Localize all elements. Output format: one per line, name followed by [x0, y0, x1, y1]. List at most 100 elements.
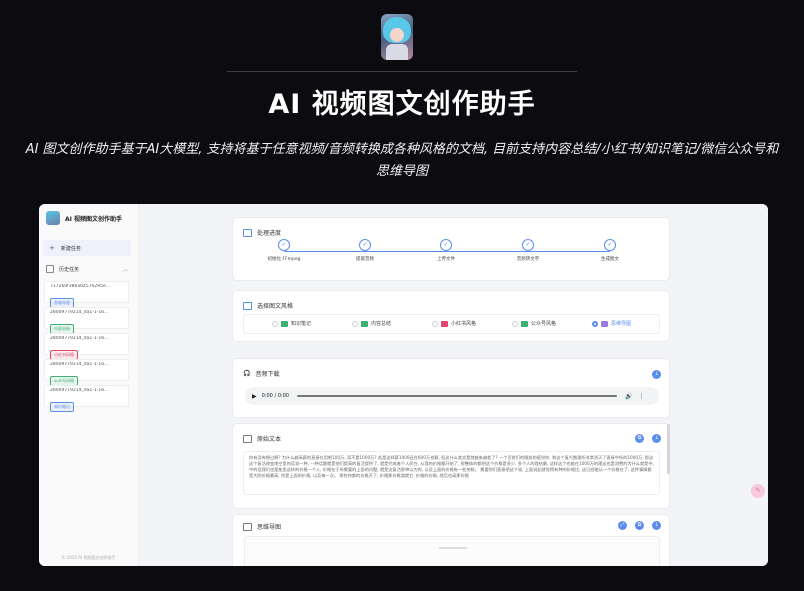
progress-title: 处理进度	[243, 228, 281, 237]
floating-chat-button[interactable]: ✎	[751, 484, 765, 498]
image-icon	[243, 301, 252, 310]
check-icon: ✓	[522, 239, 534, 251]
progress-title-text: 处理进度	[257, 230, 282, 237]
style-option[interactable]: 知识笔记	[272, 320, 311, 327]
scrollbar[interactable]	[667, 424, 670, 474]
progress-step: ✓ 音频转文字	[498, 239, 558, 262]
style-option-label: 思维导图	[611, 321, 632, 327]
hero-avatar	[381, 14, 413, 60]
style-option-label: 内容总结	[371, 321, 392, 327]
transcript-text[interactable]: 你有没有想过啊? 为什么越高薪的直接在用吧100万, 而不是1000万? 若是这…	[243, 451, 660, 495]
history-list: 717260f386a64576295e... 思维导图 28009779214_d…	[44, 281, 129, 412]
transcript-card: 原始文本 ⧉ ↓ 你有没有想过啊? 为什么越高薪的直接在用吧100万, 而不是1…	[232, 423, 670, 509]
history-menu[interactable]: 历史任务 ︿	[43, 262, 131, 276]
radio-button[interactable]	[512, 320, 518, 327]
progress-step-label: 音频转文字	[516, 257, 540, 262]
wechat-icon	[521, 320, 528, 327]
history-item-name: 28009779214_da1-1-16...	[50, 362, 109, 367]
radio-button[interactable]	[272, 320, 278, 327]
headphones-icon: 🎧	[243, 370, 251, 377]
style-title: 选择图文风格	[243, 301, 293, 310]
note-icon	[281, 320, 288, 327]
history-label: 历史任务	[59, 266, 80, 273]
style-option[interactable]: 思维导图	[592, 320, 631, 327]
progress-step: ✓ 生成图文	[580, 239, 640, 262]
style-card: 选择图文风格 知识笔记 内容总结 小红书风格 公众号风格 思维导图	[232, 290, 670, 342]
history-item-name: 28009779214_da1-1-16...	[50, 336, 109, 341]
style-title-text: 选择图文风格	[257, 303, 294, 310]
mindmap-icon	[243, 522, 252, 531]
style-options: 知识笔记 内容总结 小红书风格 公众号风格 思维导图	[243, 314, 660, 334]
app-header: AI 视频图文创作助手	[46, 211, 122, 225]
page-subtitle: AI 图文创作助手基于AI大模型, 支持将基于任意视频/音频转换成各种风格的文档…	[25, 142, 779, 179]
history-item[interactable]: 28009779214_da1-1-16... 内容总结	[44, 307, 129, 334]
check-icon: ✓	[604, 239, 616, 251]
radio-button[interactable]	[432, 320, 438, 327]
sidebar-footer: © 2025 AI 视频图文创作助手	[61, 555, 116, 560]
audio-title-text: 音频下载	[255, 371, 280, 378]
mindmap-title-text: 思维导图	[257, 524, 282, 531]
style-option-label: 小红书风格	[451, 321, 477, 327]
style-option[interactable]: 内容总结	[352, 320, 391, 327]
app-logo-icon	[46, 211, 60, 225]
mindmap-canvas[interactable]	[244, 536, 660, 566]
audio-time: 0:00 / 0:00	[261, 393, 289, 399]
zoom-mindmap-button[interactable]: ⤢	[618, 521, 627, 530]
play-icon[interactable]: ▶	[252, 393, 257, 400]
progress-card: 处理进度 ✓ 初始化 FFmpeg ✓ 提取音频 ✓ 上传文件 ✓ 音频转文字 ✓ 生成图文	[232, 217, 670, 281]
history-item-name: 28009779214_da1-1-16...	[50, 388, 109, 393]
app-name: AI 视频图文创作助手	[65, 215, 122, 223]
sidebar: AI 视频图文创作助手 + 新建任务 历史任务 ︿ 717260f386a645…	[39, 204, 139, 566]
history-item-name: 717260f386a64576295e...	[50, 284, 111, 289]
history-item[interactable]: 28009779214_da1-1-16... 知识笔记	[44, 385, 129, 412]
check-icon: ✓	[440, 239, 452, 251]
xiaohongshu-icon	[441, 320, 448, 327]
audio-player[interactable]: ▶ 0:00 / 0:00 🔊 ⋮	[245, 387, 659, 405]
hero-divider	[227, 71, 577, 72]
style-option-label: 知识笔记	[291, 321, 312, 327]
history-item-name: 28009779214_da1-1-16...	[50, 310, 109, 315]
mindmap-icon	[601, 320, 608, 327]
history-item[interactable]: 28009779214_da1-1-16... 小红书风格	[44, 333, 129, 360]
history-item-tag: 知识笔记	[50, 402, 74, 412]
download-audio-button[interactable]: ↓	[652, 370, 661, 379]
history-item[interactable]: 28009779214_da1-1-16... 公众号风格	[44, 359, 129, 386]
progress-step-label: 提取音频	[356, 257, 374, 262]
download-text-button[interactable]: ↓	[652, 434, 661, 443]
download-mindmap-button[interactable]: ↓	[652, 521, 661, 530]
new-task-label: 新建任务	[60, 245, 81, 252]
mindmap-card: 思维导图 ⤢ ⧉ ↓	[232, 514, 670, 566]
progress-step: ✓ 上传文件	[416, 239, 476, 262]
progress-step-label: 生成图文	[601, 257, 619, 262]
radio-button[interactable]	[592, 320, 598, 327]
style-option[interactable]: 小红书风格	[432, 320, 476, 327]
more-options-icon[interactable]: ⋮	[638, 393, 644, 400]
style-option-label: 公众号风格	[531, 321, 557, 327]
main-content: 处理进度 ✓ 初始化 FFmpeg ✓ 提取音频 ✓ 上传文件 ✓ 音频转文字 ✓ 生成图文 选择…	[139, 204, 768, 566]
style-option[interactable]: 公众号风格	[512, 320, 556, 327]
volume-icon[interactable]: 🔊	[625, 393, 632, 400]
progress-icon	[243, 228, 252, 237]
mindmap-title: 思维导图	[243, 522, 281, 531]
progress-step: ✓ 初始化 FFmpeg	[254, 239, 314, 262]
progress-step: ✓ 提取音频	[335, 239, 395, 262]
check-icon: ✓	[278, 239, 290, 251]
audio-card: 🎧 音频下载 ↓ ▶ 0:00 / 0:00 🔊 ⋮	[232, 358, 670, 418]
new-task-button[interactable]: + 新建任务	[43, 240, 131, 256]
history-item[interactable]: 717260f386a64576295e... 思维导图	[44, 281, 129, 308]
plus-icon: +	[49, 244, 55, 252]
transcript-title-text: 原始文本	[257, 436, 282, 443]
audio-title: 🎧 音频下载	[243, 369, 280, 378]
document-icon	[243, 434, 252, 443]
radio-button[interactable]	[352, 320, 358, 327]
audio-progress-bar[interactable]	[296, 395, 617, 397]
history-icon	[46, 265, 54, 273]
copy-mindmap-button[interactable]: ⧉	[635, 521, 644, 530]
summary-icon	[361, 320, 368, 327]
app-window: AI 视频图文创作助手 + 新建任务 历史任务 ︿ 717260f386a645…	[39, 204, 768, 566]
copy-text-button[interactable]: ⧉	[635, 434, 644, 443]
chevron-up-icon: ︿	[122, 266, 128, 273]
mindmap-root-node	[439, 547, 467, 549]
transcript-title: 原始文本	[243, 434, 281, 443]
check-icon: ✓	[359, 239, 371, 251]
